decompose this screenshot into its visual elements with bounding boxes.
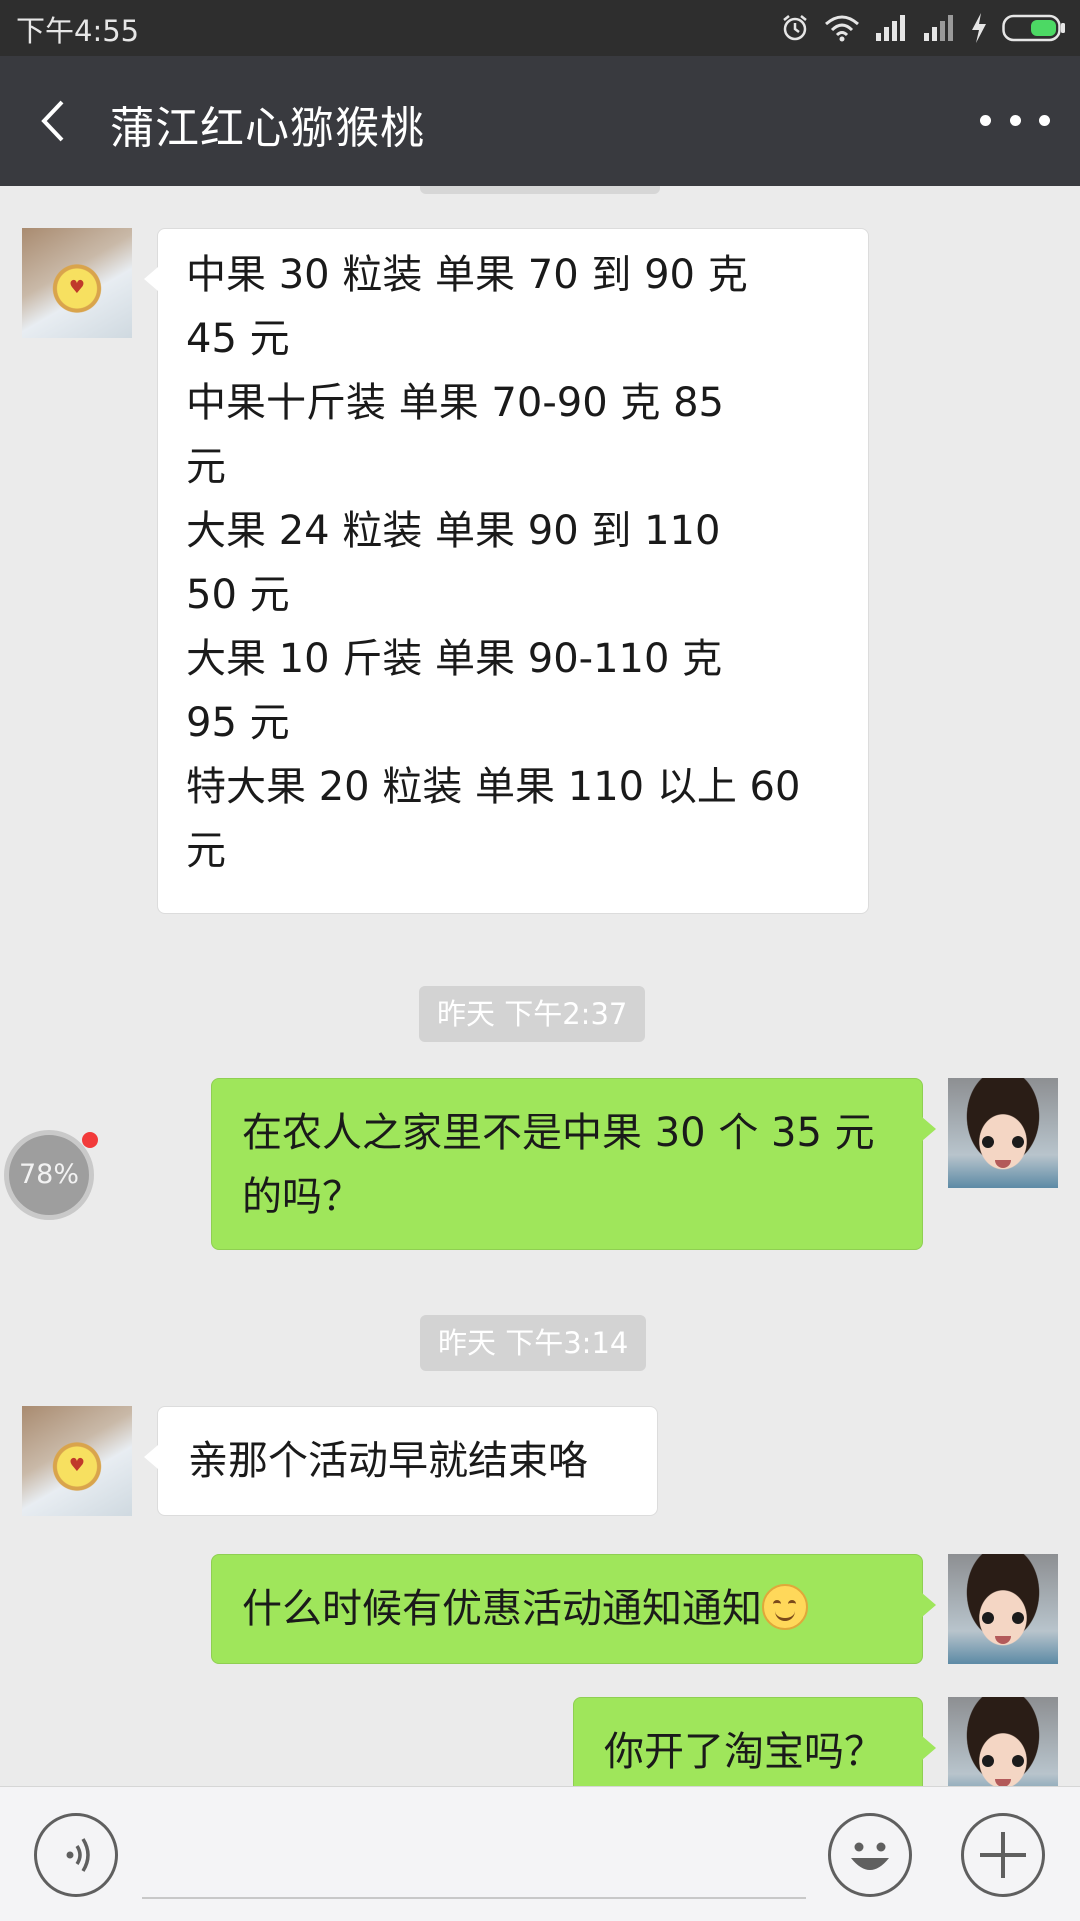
message-line: 95 元 — [186, 700, 290, 746]
message-bubble[interactable]: 在农人之家里不是中果 30 个 35 元 的吗？ — [211, 1078, 936, 1250]
chat-title: 蒲江红心猕猴桃 — [110, 103, 425, 154]
wifi-icon — [825, 15, 859, 42]
emoji-button[interactable] — [828, 1813, 912, 1897]
emoji-icon — [851, 1842, 889, 1870]
smile-emoji-icon — [762, 1584, 808, 1630]
battery-icon — [1002, 14, 1065, 42]
plus-icon — [980, 1832, 1026, 1878]
message-line: 亲那个活动早就结束咯 — [188, 1438, 588, 1484]
message-line: 元 — [186, 828, 226, 874]
my-avatar[interactable] — [948, 1697, 1058, 1786]
signal-icon — [876, 15, 905, 41]
alarm-icon — [783, 15, 807, 41]
more-button[interactable] — [980, 100, 1050, 140]
charging-icon — [972, 13, 986, 43]
message-line: 元 — [186, 444, 226, 490]
message-line: 中果十斤装 单果 70-90 克 85 — [186, 380, 724, 426]
seller-avatar[interactable]: ♥ — [22, 1406, 132, 1516]
chat-header: 蒲江红心猕猴桃 — [0, 56, 1080, 186]
message-line: 45 元 — [186, 316, 290, 362]
more-dots-icon — [980, 114, 991, 126]
message-line: 大果 10 斤装 单果 90-110 克 — [186, 636, 723, 682]
chat-timestamp: 昨天 下午2:37 — [419, 986, 646, 1042]
status-icons — [780, 10, 1066, 46]
message-line: 特大果 20 粒装 单果 110 以上 60 — [186, 764, 801, 810]
back-button[interactable] — [30, 96, 80, 146]
message-line: 中果 30 粒装 单果 70 到 90 克 — [186, 252, 748, 298]
chat-area[interactable]: ♥ 中果 30 粒装 单果 70 到 90 克 45 元 中果十斤装 单果 70… — [0, 186, 1080, 1786]
message-input[interactable] — [142, 1897, 806, 1899]
my-avatar[interactable] — [948, 1078, 1058, 1188]
chat-timestamp: 昨天 下午3:14 — [420, 1315, 647, 1371]
message-line: 在农人之家里不是中果 30 个 35 元 — [242, 1110, 875, 1156]
message-line: 50 元 — [186, 572, 290, 618]
status-bar: 下午4:55 — [0, 0, 1080, 56]
status-time: 下午4:55 — [16, 14, 140, 48]
chevron-left-icon — [41, 100, 64, 142]
message-bubble[interactable]: 什么时候有优惠活动通知通知 — [211, 1554, 936, 1664]
my-avatar[interactable] — [948, 1554, 1058, 1664]
message-line: 你开了淘宝吗？ — [604, 1729, 884, 1775]
notification-dot — [82, 1132, 98, 1148]
message-bubble[interactable]: 中果 30 粒装 单果 70 到 90 克 45 元 中果十斤装 单果 70-9… — [144, 228, 869, 914]
input-bar — [0, 1786, 1080, 1921]
floating-widget[interactable]: 78% — [4, 1130, 94, 1220]
message-line: 的吗？ — [242, 1174, 362, 1220]
plus-button[interactable] — [961, 1813, 1045, 1897]
message-bubble[interactable]: 亲那个活动早就结束咯 — [144, 1406, 658, 1516]
message-line: 大果 24 粒装 单果 90 到 110 — [186, 508, 721, 554]
seller-avatar[interactable]: ♥ — [22, 228, 132, 338]
voice-button[interactable] — [34, 1813, 118, 1897]
signal-icon — [924, 15, 953, 41]
message-line: 什么时候有优惠活动通知通知 — [242, 1586, 762, 1632]
voice-icon — [66, 1838, 90, 1872]
previous-timestamp-fragment — [420, 186, 660, 194]
message-bubble[interactable]: 你开了淘宝吗？ — [573, 1697, 936, 1786]
